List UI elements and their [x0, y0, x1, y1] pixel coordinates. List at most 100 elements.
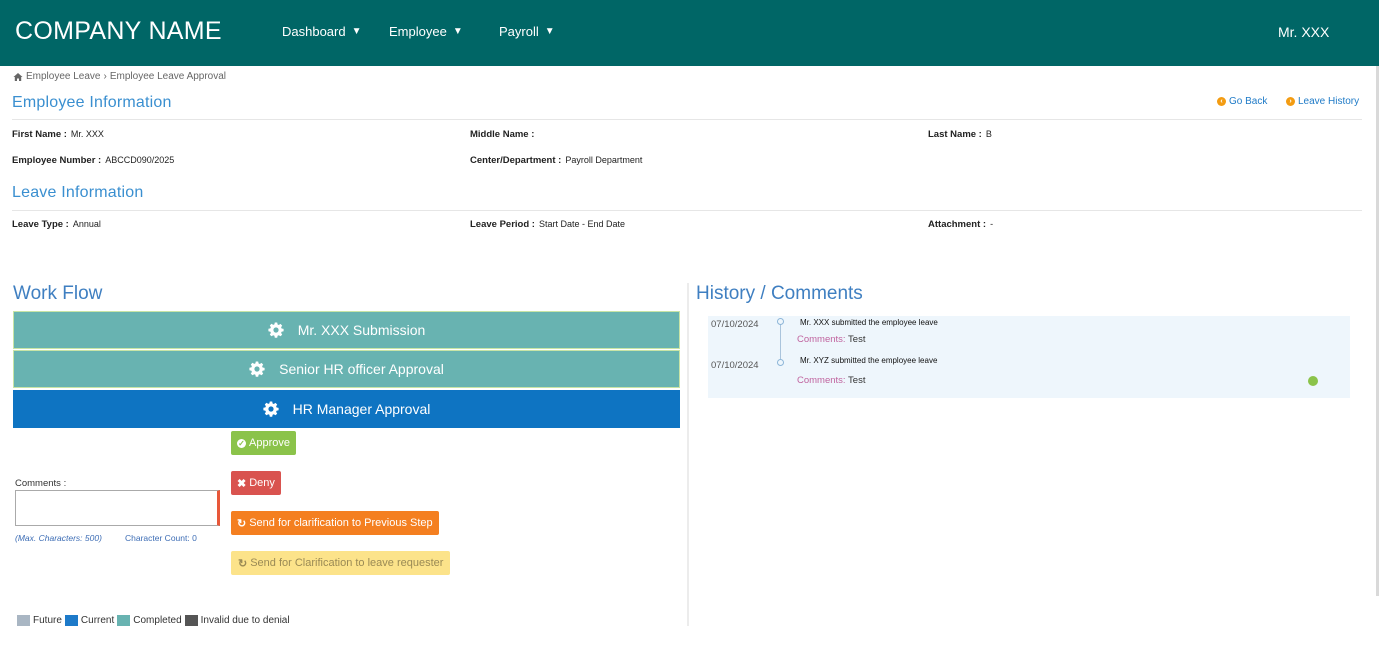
caret-down-icon: ▼: [452, 26, 463, 37]
leave-period-field: Leave Period : Start Date - End Date: [470, 219, 625, 230]
check-circle-icon: ✓: [237, 438, 246, 448]
timeline-node: [777, 318, 784, 325]
caret-down-icon: ▼: [544, 26, 555, 37]
go-back-label: Go Back: [1229, 96, 1268, 107]
send-clarification-requester-label: Send for Clarification to leave requeste…: [250, 557, 444, 569]
breadcrumb-separator: ›: [103, 71, 107, 82]
workflow-step-label: Mr. XXX Submission: [297, 322, 426, 338]
workflow-legend: Future Current Completed Invalid due to …: [17, 615, 290, 626]
middle-name-label: Middle Name :: [470, 129, 535, 140]
character-count: Character Count: 0: [125, 533, 197, 543]
history-comment: Comments: Test: [797, 375, 865, 386]
user-menu[interactable]: Mr. XXX: [1278, 24, 1329, 40]
timeline-line: [780, 322, 781, 359]
approve-button[interactable]: ✓ Approve: [231, 431, 296, 455]
timeline-node: [777, 359, 784, 366]
workflow-step-label: HR Manager Approval: [292, 401, 431, 417]
middle-name-field: Middle Name :: [470, 129, 538, 140]
redo-icon: ↻: [237, 517, 247, 530]
history-icon: ›: [1286, 97, 1295, 106]
send-clarification-requester-button[interactable]: ↻ Send for Clarification to leave reques…: [231, 551, 451, 575]
employee-number-label: Employee Number :: [12, 155, 102, 166]
department-label: Center/Department :: [470, 155, 562, 166]
history-comment: Comments: Test: [797, 334, 865, 345]
gear-icon: [263, 401, 279, 417]
last-name-value: B: [985, 129, 992, 139]
column-divider: [687, 283, 689, 626]
gear-icon: [249, 361, 265, 377]
workflow-step-hr-manager[interactable]: HR Manager Approval: [13, 390, 680, 428]
breadcrumb-current: Employee Leave Approval: [109, 71, 227, 82]
attachment-field: Attachment :-: [928, 219, 993, 230]
legend-swatch-future: [17, 615, 30, 626]
history-text: Mr. XXX submitted the employee leave: [800, 318, 938, 327]
comment-value: Test: [848, 334, 866, 345]
leave-history-link[interactable]: › Leave History: [1286, 96, 1359, 107]
legend-label-future: Future: [33, 615, 62, 626]
nav-payroll-label: Payroll: [499, 24, 539, 39]
leave-info-title: Leave Information: [12, 184, 144, 201]
leave-period-value: Start Date - End Date: [538, 219, 625, 229]
check-circle-icon: [1308, 376, 1318, 386]
send-clarification-previous-label: Send for clarification to Previous Step: [249, 517, 433, 529]
employee-number-field: Employee Number : ABCCD090/2025: [12, 155, 174, 166]
approve-label: Approve: [249, 437, 290, 449]
last-name-label: Last Name :: [928, 129, 982, 140]
legend-label-current: Current: [80, 615, 115, 626]
close-icon: ✖: [237, 477, 247, 490]
comment-value: Test: [848, 375, 866, 386]
workflow-step-label: Senior HR officer Approval: [279, 361, 444, 377]
breadcrumb-employee-leave[interactable]: Employee Leave: [26, 71, 101, 82]
leave-type-value: Annual: [72, 219, 101, 229]
workflow-step-submission[interactable]: Mr. XXX Submission: [13, 311, 680, 349]
leave-history-label: Leave History: [1298, 96, 1360, 107]
department-field: Center/Department : Payroll Department: [470, 155, 642, 166]
attachment-value[interactable]: -: [990, 219, 993, 229]
leave-type-field: Leave Type : Annual: [12, 219, 101, 230]
first-name-field: First Name : Mr. XXX: [12, 129, 104, 140]
leave-period-label: Leave Period :: [470, 219, 535, 230]
department-value: Payroll Department: [565, 155, 643, 165]
legend-swatch-completed: [117, 615, 131, 626]
top-navbar: COMPANY NAME Dashboard ▼ Employee ▼ Payr…: [0, 0, 1379, 66]
go-back-link[interactable]: ‹ Go Back: [1217, 96, 1267, 107]
nav-employee[interactable]: Employee ▼: [389, 24, 463, 39]
comment-key: Comments:: [797, 375, 846, 386]
redo-icon: ↻: [238, 557, 248, 570]
legend-swatch-current: [64, 615, 78, 626]
first-name-value: Mr. XXX: [70, 129, 104, 139]
legend-swatch-invalid: [184, 615, 198, 626]
comments-label: Comments :: [15, 478, 67, 489]
nav-payroll[interactable]: Payroll ▼: [499, 24, 555, 39]
attachment-label: Attachment :: [928, 219, 987, 230]
last-name-field: Last Name :B: [928, 129, 992, 140]
first-name-label: First Name :: [12, 129, 67, 140]
history-date: 07/10/2024: [711, 360, 759, 371]
employee-number-value: ABCCD090/2025: [105, 155, 175, 165]
breadcrumb: Employee Leave › Employee Leave Approval: [13, 71, 226, 82]
max-characters-hint: (Max. Characters: 500): [15, 533, 102, 543]
legend-label-invalid: Invalid due to denial: [200, 615, 290, 626]
divider: [12, 119, 1362, 120]
history-date: 07/10/2024: [711, 319, 759, 330]
employee-info-title: Employee Information: [12, 94, 172, 111]
comment-key: Comments:: [797, 334, 846, 345]
gear-icon: [268, 322, 284, 338]
workflow-step-senior-hr[interactable]: Senior HR officer Approval: [13, 350, 680, 388]
deny-label: Deny: [249, 477, 275, 489]
caret-down-icon: ▼: [351, 26, 362, 37]
nav-dashboard[interactable]: Dashboard ▼: [282, 24, 362, 39]
workflow-title: Work Flow: [13, 283, 103, 304]
comments-input[interactable]: [15, 490, 220, 526]
nav-dashboard-label: Dashboard: [282, 24, 346, 39]
history-text: Mr. XYZ submitted the employee leave: [800, 356, 938, 365]
legend-label-completed: Completed: [133, 615, 182, 626]
home-icon[interactable]: [13, 72, 23, 82]
send-clarification-previous-button[interactable]: ↻ Send for clarification to Previous Ste…: [231, 511, 439, 535]
divider: [12, 210, 1362, 211]
brand-name[interactable]: COMPANY NAME: [15, 17, 222, 46]
nav-employee-label: Employee: [389, 24, 447, 39]
leave-type-label: Leave Type :: [12, 219, 69, 230]
history-title: History / Comments: [696, 283, 863, 304]
deny-button[interactable]: ✖ Deny: [231, 471, 281, 495]
